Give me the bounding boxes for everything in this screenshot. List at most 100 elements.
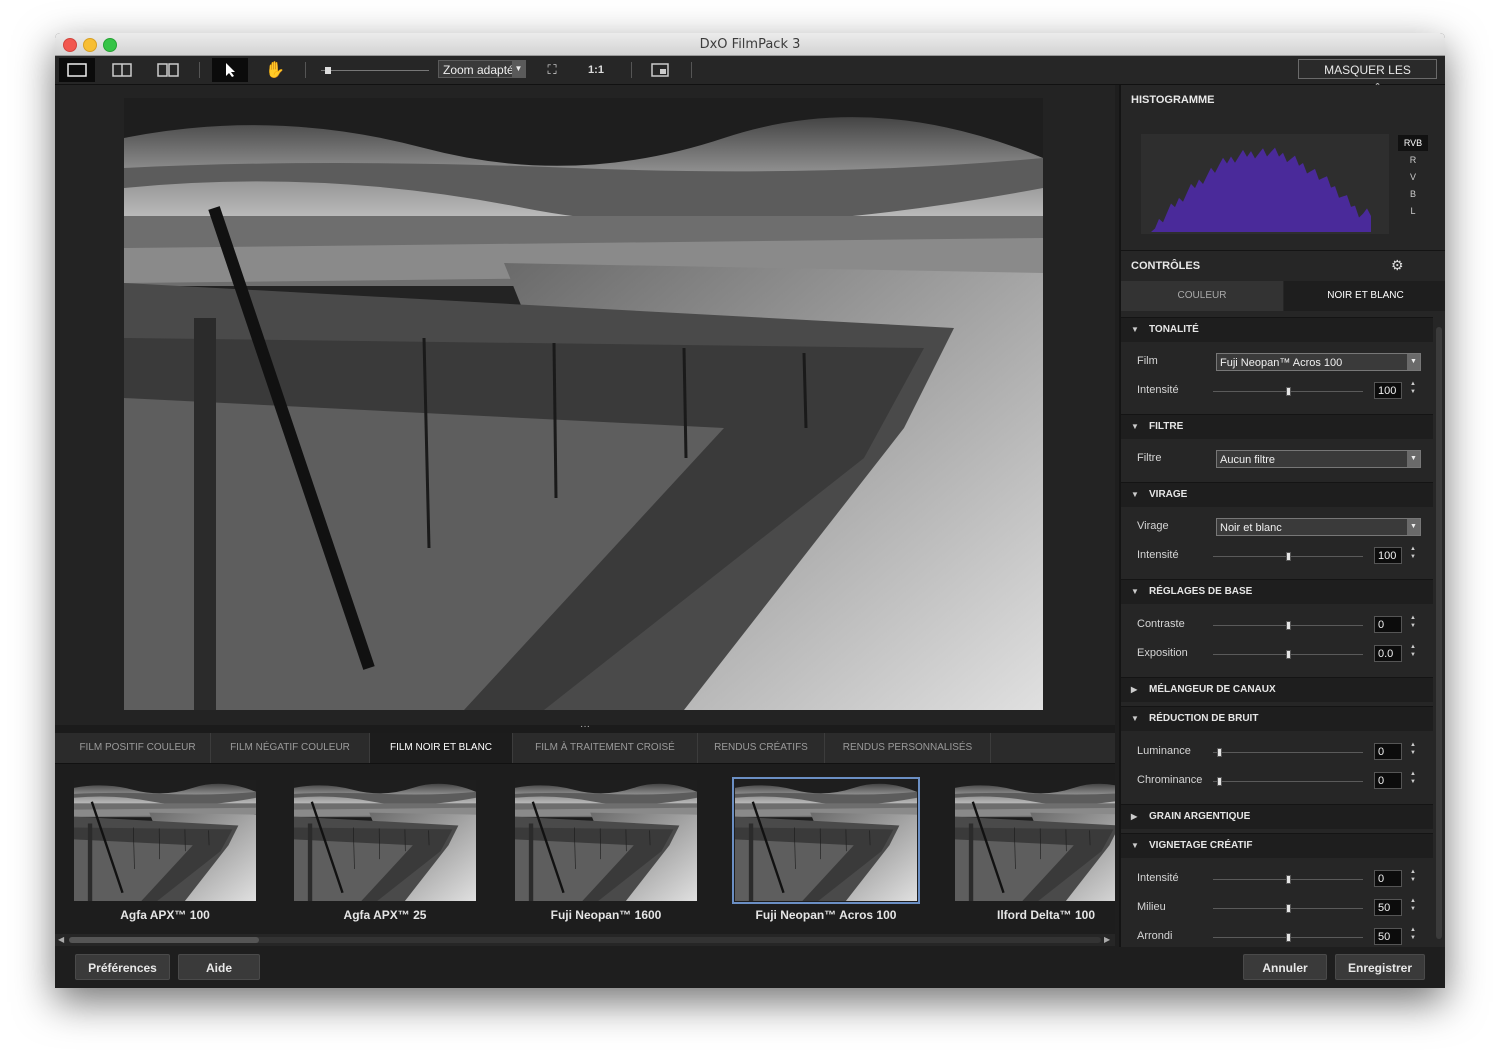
- select-tool-button[interactable]: [212, 58, 248, 82]
- contrast-input[interactable]: 0: [1374, 616, 1402, 633]
- slider-knob[interactable]: [1286, 650, 1291, 659]
- stepper-icon[interactable]: ▲ ▼: [1410, 614, 1416, 630]
- round-slider[interactable]: [1213, 933, 1363, 942]
- gear-icon[interactable]: ⚙: [1391, 257, 1404, 274]
- vignette-intensity-input[interactable]: 0: [1374, 870, 1402, 887]
- film-category-tabs: FILM POSITIF COULEUR FILM NÉGATIF COULEU…: [55, 733, 1115, 764]
- tab-rendus-personnalises[interactable]: RENDUS PERSONNALISÉS: [825, 733, 991, 763]
- histogram-channel-rvb[interactable]: RVB: [1398, 135, 1428, 151]
- thumbnail-fuji-neopan-acros-100[interactable]: Fuji Neopan™ Acros 100: [732, 777, 920, 922]
- zoom-select[interactable]: Zoom adapté ▼: [438, 60, 526, 78]
- triangle-down-icon: ▼: [1131, 422, 1139, 431]
- stepper-icon[interactable]: ▲ ▼: [1410, 380, 1416, 396]
- help-button[interactable]: Aide: [178, 954, 260, 980]
- section-reglages-de-base[interactable]: ▼ RÉGLAGES DE BASE: [1121, 579, 1433, 604]
- section-vignetage-creatif[interactable]: ▼ VIGNETAGE CRÉATIF: [1121, 833, 1433, 858]
- histogram-channel-v[interactable]: V: [1398, 169, 1428, 185]
- thumbnail-scrollbar[interactable]: ◀ ▶: [55, 934, 1115, 946]
- intensity-label: Intensité: [1137, 384, 1179, 396]
- controls-scrollbar[interactable]: [1433, 321, 1445, 945]
- luminance-slider[interactable]: [1213, 748, 1363, 757]
- filter-select-value: Aucun filtre: [1220, 454, 1276, 466]
- slider-knob[interactable]: [1286, 933, 1291, 942]
- histogram: [1141, 134, 1389, 234]
- intensity-slider[interactable]: [1213, 387, 1363, 396]
- contrast-slider[interactable]: [1213, 621, 1363, 630]
- film-select[interactable]: Fuji Neopan™ Acros 100 ▼: [1216, 353, 1421, 371]
- scrollbar-thumb[interactable]: [1436, 327, 1442, 939]
- stepper-icon[interactable]: ▲ ▼: [1410, 770, 1416, 786]
- slider-knob[interactable]: [1286, 387, 1291, 396]
- chrominance-slider[interactable]: [1213, 777, 1363, 786]
- intensity-label: Intensité: [1137, 549, 1179, 561]
- tab-film-negatif-couleur[interactable]: FILM NÉGATIF COULEUR: [211, 733, 370, 763]
- stepper-icon[interactable]: ▲ ▼: [1410, 643, 1416, 659]
- exposure-row: Exposition 0.0 ▲ ▼: [1121, 641, 1433, 669]
- virage-select[interactable]: Noir et blanc ▼: [1216, 518, 1421, 536]
- tab-rendus-creatifs[interactable]: RENDUS CRÉATIFS: [698, 733, 825, 763]
- histogram-channel-b[interactable]: B: [1398, 186, 1428, 202]
- section-virage[interactable]: ▼ VIRAGE: [1121, 482, 1433, 507]
- thumbnail-agfa-apx-100[interactable]: Agfa APX™ 100: [74, 780, 256, 922]
- tab-film-positif-couleur[interactable]: FILM POSITIF COULEUR: [65, 733, 211, 763]
- intensity-slider[interactable]: [1213, 552, 1363, 561]
- slider-knob[interactable]: [1286, 904, 1291, 913]
- scroll-left-icon[interactable]: ◀: [58, 935, 64, 944]
- scroll-right-icon[interactable]: ▶: [1104, 935, 1110, 944]
- slider-knob[interactable]: [1286, 552, 1291, 561]
- exposure-slider[interactable]: [1213, 650, 1363, 659]
- round-input[interactable]: 50: [1374, 928, 1402, 945]
- section-tonalite[interactable]: ▼ TONALITÉ: [1121, 317, 1433, 342]
- slider-knob[interactable]: [1217, 777, 1222, 786]
- split-view-button[interactable]: [105, 58, 139, 82]
- middle-slider[interactable]: [1213, 904, 1363, 913]
- chrominance-input[interactable]: 0: [1374, 772, 1402, 789]
- thumbnail-label: Agfa APX™ 100: [120, 908, 210, 922]
- hand-tool-button[interactable]: ✋: [258, 58, 292, 82]
- section-filtre[interactable]: ▼ FILTRE: [1121, 414, 1433, 439]
- stepper-icon[interactable]: ▲ ▼: [1410, 926, 1416, 942]
- preferences-button[interactable]: Préférences: [75, 954, 170, 980]
- stepper-icon[interactable]: ▲ ▼: [1410, 741, 1416, 757]
- histogram-channel-r[interactable]: R: [1398, 152, 1428, 168]
- panel-splitter[interactable]: ···: [55, 722, 1115, 733]
- filter-select[interactable]: Aucun filtre ▼: [1216, 450, 1421, 468]
- tab-noir-et-blanc[interactable]: NOIR ET BLANC: [1284, 281, 1445, 311]
- triangle-down-icon: ▼: [1131, 325, 1139, 334]
- image-viewer[interactable]: [55, 85, 1115, 725]
- middle-input[interactable]: 50: [1374, 899, 1402, 916]
- stepper-icon[interactable]: ▲ ▼: [1410, 545, 1416, 561]
- thumbnail-agfa-apx-25[interactable]: Agfa APX™ 25: [294, 780, 476, 922]
- slider-knob[interactable]: [1286, 875, 1291, 884]
- exposure-input[interactable]: 0.0: [1374, 645, 1402, 662]
- slider-knob[interactable]: [1217, 748, 1222, 757]
- thumbnail-ilford-delta-100[interactable]: Ilford Delta™ 100: [955, 780, 1115, 922]
- intensity-input[interactable]: 100: [1374, 547, 1402, 564]
- vignette-intensity-slider[interactable]: [1213, 875, 1363, 884]
- tab-film-noir-et-blanc[interactable]: FILM NOIR ET BLANC: [370, 733, 513, 763]
- section-reduction-de-bruit[interactable]: ▼ RÉDUCTION DE BRUIT: [1121, 706, 1433, 731]
- tab-couleur[interactable]: COULEUR: [1121, 281, 1283, 311]
- cancel-button[interactable]: Annuler: [1243, 954, 1327, 980]
- thumbnail-fuji-neopan-1600[interactable]: Fuji Neopan™ 1600: [515, 780, 697, 922]
- before-after-button[interactable]: [645, 58, 675, 82]
- stepper-icon[interactable]: ▲ ▼: [1410, 868, 1416, 884]
- side-by-side-view-button[interactable]: [151, 58, 185, 82]
- hide-controls-button[interactable]: MASQUER LES CONTRÔLES: [1298, 59, 1437, 97]
- luminance-input[interactable]: 0: [1374, 743, 1402, 760]
- zoom-slider[interactable]: [317, 58, 432, 82]
- main-photo: [124, 98, 1043, 710]
- histogram-title: HISTOGRAMME: [1131, 94, 1215, 106]
- fullscreen-button[interactable]: ⛶: [537, 58, 567, 82]
- slider-knob[interactable]: [1286, 621, 1291, 630]
- section-melangeur-de-canaux[interactable]: ▶ MÉLANGEUR DE CANAUX: [1121, 677, 1433, 702]
- section-grain-argentique[interactable]: ▶ GRAIN ARGENTIQUE: [1121, 804, 1433, 829]
- stepper-icon[interactable]: ▲ ▼: [1410, 897, 1416, 913]
- histogram-channel-l[interactable]: L: [1398, 203, 1428, 219]
- save-button[interactable]: Enregistrer: [1335, 954, 1425, 980]
- zoom-one-to-one-button[interactable]: 1:1: [581, 58, 611, 82]
- tab-film-traitement-croise[interactable]: FILM À TRAITEMENT CROISÉ: [513, 733, 698, 763]
- scrollbar-thumb[interactable]: [69, 937, 259, 943]
- single-view-button[interactable]: [59, 58, 95, 82]
- intensity-input[interactable]: 100: [1374, 382, 1402, 399]
